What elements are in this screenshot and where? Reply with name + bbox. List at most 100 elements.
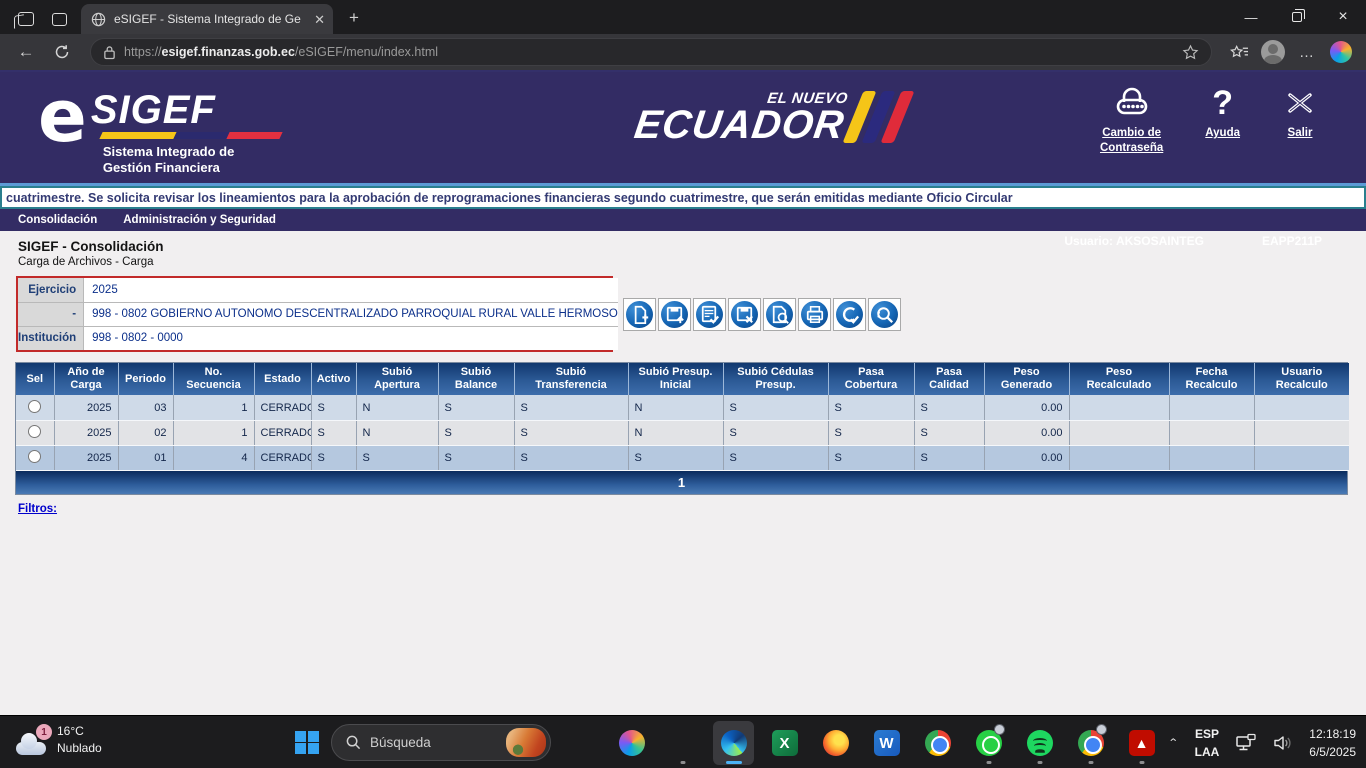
window-restore-icon[interactable] bbox=[1274, 0, 1320, 34]
cloud-icon: 1 bbox=[14, 733, 48, 755]
table-cell: S bbox=[828, 445, 914, 470]
profile-badge bbox=[1096, 724, 1107, 735]
column-header: Peso Recalculado bbox=[1069, 363, 1169, 395]
table-cell: N bbox=[356, 420, 438, 445]
form-value[interactable]: 2025 bbox=[84, 278, 618, 302]
chrome-icon bbox=[925, 730, 951, 756]
row-select-radio[interactable] bbox=[28, 450, 41, 463]
menu-item-administraci-n-y-seguridad[interactable]: Administración y Seguridad bbox=[123, 214, 276, 226]
search-button[interactable] bbox=[868, 298, 901, 331]
table-cell: 0.00 bbox=[984, 445, 1069, 470]
table-cell: 0.00 bbox=[984, 420, 1069, 445]
table-cell: S bbox=[514, 395, 628, 420]
column-header: Fecha Recalculo bbox=[1169, 363, 1254, 395]
address-bar[interactable]: https://esigef.finanzas.gob.ec/eSIGEF/me… bbox=[90, 38, 1212, 66]
form-value[interactable]: 998 - 0802 - 0000 bbox=[84, 326, 618, 350]
ecuador-main-text: ECUADOR bbox=[632, 107, 846, 143]
filters-link[interactable]: Filtros: bbox=[18, 503, 57, 515]
table-row: 2025021CERRADOSNSSNSSS0.00 bbox=[16, 420, 1349, 445]
table-cell: S bbox=[356, 445, 438, 470]
confirm-button[interactable] bbox=[833, 298, 866, 331]
delete-record-button[interactable] bbox=[728, 298, 761, 331]
taskbar-app-word[interactable]: W bbox=[866, 721, 907, 765]
menu-item-consolidaci-n[interactable]: Consolidación bbox=[18, 214, 97, 226]
taskbar-search[interactable]: Búsqueda bbox=[331, 724, 551, 761]
taskbar-app-file-explorer[interactable] bbox=[662, 721, 703, 765]
taskbar-app-spotify[interactable] bbox=[1019, 721, 1060, 765]
browser-toolbar: ← https://esigef.finanzas.gob.ec/eSIGEF/… bbox=[0, 34, 1366, 72]
file-explorer-icon bbox=[670, 730, 696, 756]
copilot-icon[interactable] bbox=[1328, 39, 1354, 65]
column-header: Periodo bbox=[118, 363, 173, 395]
task-view-icon bbox=[568, 730, 594, 756]
exit-link[interactable]: Salir bbox=[1282, 86, 1318, 156]
browser-tab[interactable]: eSIGEF - Sistema Integrado de Ge ✕ bbox=[81, 4, 333, 34]
save-upload-icon bbox=[661, 301, 688, 328]
running-indicator bbox=[680, 761, 685, 764]
form-label: Ejercicio bbox=[18, 278, 84, 302]
taskbar-app-chrome[interactable] bbox=[917, 721, 958, 765]
clock[interactable]: 12:18:19 6/5/2025 bbox=[1309, 725, 1356, 761]
workspaces-icon[interactable] bbox=[18, 12, 34, 26]
table-cell: 2025 bbox=[54, 395, 118, 420]
table-cell bbox=[1254, 420, 1349, 445]
preview-document-button[interactable] bbox=[763, 298, 796, 331]
taskbar-apps: X W ▲ bbox=[560, 721, 1162, 765]
weather-widget[interactable]: 1 16°C Nublado bbox=[14, 723, 102, 758]
taskbar-app-acrobat[interactable]: ▲ bbox=[1121, 721, 1162, 765]
grid-pager: 1 bbox=[15, 471, 1348, 495]
volume-icon[interactable] bbox=[1273, 734, 1293, 752]
row-select-radio[interactable] bbox=[28, 400, 41, 413]
table-cell: CERRADO bbox=[254, 420, 311, 445]
password-lock-icon bbox=[1112, 86, 1152, 120]
browser-menu-icon[interactable]: … bbox=[1294, 39, 1320, 65]
running-indicator bbox=[986, 761, 991, 764]
notice-marquee: cuatrimestre. Se solicita revisar los li… bbox=[0, 186, 1366, 209]
taskbar-app-copilot[interactable] bbox=[611, 721, 652, 765]
bookmark-star-icon[interactable] bbox=[1182, 44, 1199, 61]
column-header: Estado bbox=[254, 363, 311, 395]
edge-icon bbox=[721, 730, 747, 756]
url-text: https://esigef.finanzas.gob.ec/eSIGEF/me… bbox=[124, 45, 1174, 59]
save-upload-button[interactable] bbox=[658, 298, 691, 331]
window-close-icon[interactable]: × bbox=[1320, 0, 1366, 34]
table-cell: 2025 bbox=[54, 420, 118, 445]
new-tab-icon[interactable]: + bbox=[349, 8, 359, 28]
form-row: Ejercicio2025 bbox=[18, 278, 618, 302]
page-number[interactable]: 1 bbox=[678, 475, 685, 490]
new-document-icon bbox=[626, 301, 653, 328]
print-button[interactable] bbox=[798, 298, 831, 331]
network-icon[interactable] bbox=[1235, 733, 1257, 753]
help-link[interactable]: ? Ayuda bbox=[1205, 86, 1240, 156]
taskbar-app-firefox[interactable] bbox=[815, 721, 856, 765]
column-header: Pasa Calidad bbox=[914, 363, 984, 395]
taskbar-app-whatsapp[interactable] bbox=[968, 721, 1009, 765]
tray-chevron-icon[interactable]: ⌃ bbox=[1168, 736, 1179, 749]
window-minimize-icon[interactable]: — bbox=[1228, 0, 1274, 34]
new-document-button[interactable] bbox=[623, 298, 656, 331]
form-value[interactable]: 998 - 0802 GOBIERNO AUTONOMO DESCENTRALI… bbox=[84, 302, 618, 326]
print-icon bbox=[801, 301, 828, 328]
change-password-link[interactable]: Cambio de Contraseña bbox=[1100, 86, 1163, 156]
profile-avatar[interactable] bbox=[1260, 39, 1286, 65]
table-cell: CERRADO bbox=[254, 445, 311, 470]
search-highlight-image[interactable] bbox=[506, 728, 546, 757]
confirm-icon bbox=[836, 301, 863, 328]
favorites-bar-icon[interactable] bbox=[1226, 39, 1252, 65]
language-indicator[interactable]: ESPLAA bbox=[1195, 725, 1220, 761]
tab-actions-icon[interactable] bbox=[52, 13, 67, 26]
taskbar-app-excel[interactable]: X bbox=[764, 721, 805, 765]
taskbar-app-chrome-profile[interactable] bbox=[1070, 721, 1111, 765]
taskbar-app-task-view[interactable] bbox=[560, 721, 601, 765]
taskbar-app-edge[interactable] bbox=[713, 721, 754, 765]
back-icon[interactable]: ← bbox=[12, 38, 40, 66]
row-select-radio[interactable] bbox=[28, 425, 41, 438]
table-cell: S bbox=[914, 445, 984, 470]
start-button[interactable] bbox=[295, 731, 318, 754]
validate-form-button[interactable] bbox=[693, 298, 726, 331]
change-password-label: Cambio de Contraseña bbox=[1100, 126, 1163, 156]
tab-close-icon[interactable]: ✕ bbox=[314, 13, 325, 26]
lock-icon bbox=[103, 45, 116, 60]
refresh-icon[interactable] bbox=[48, 38, 76, 66]
globe-icon bbox=[91, 12, 106, 27]
